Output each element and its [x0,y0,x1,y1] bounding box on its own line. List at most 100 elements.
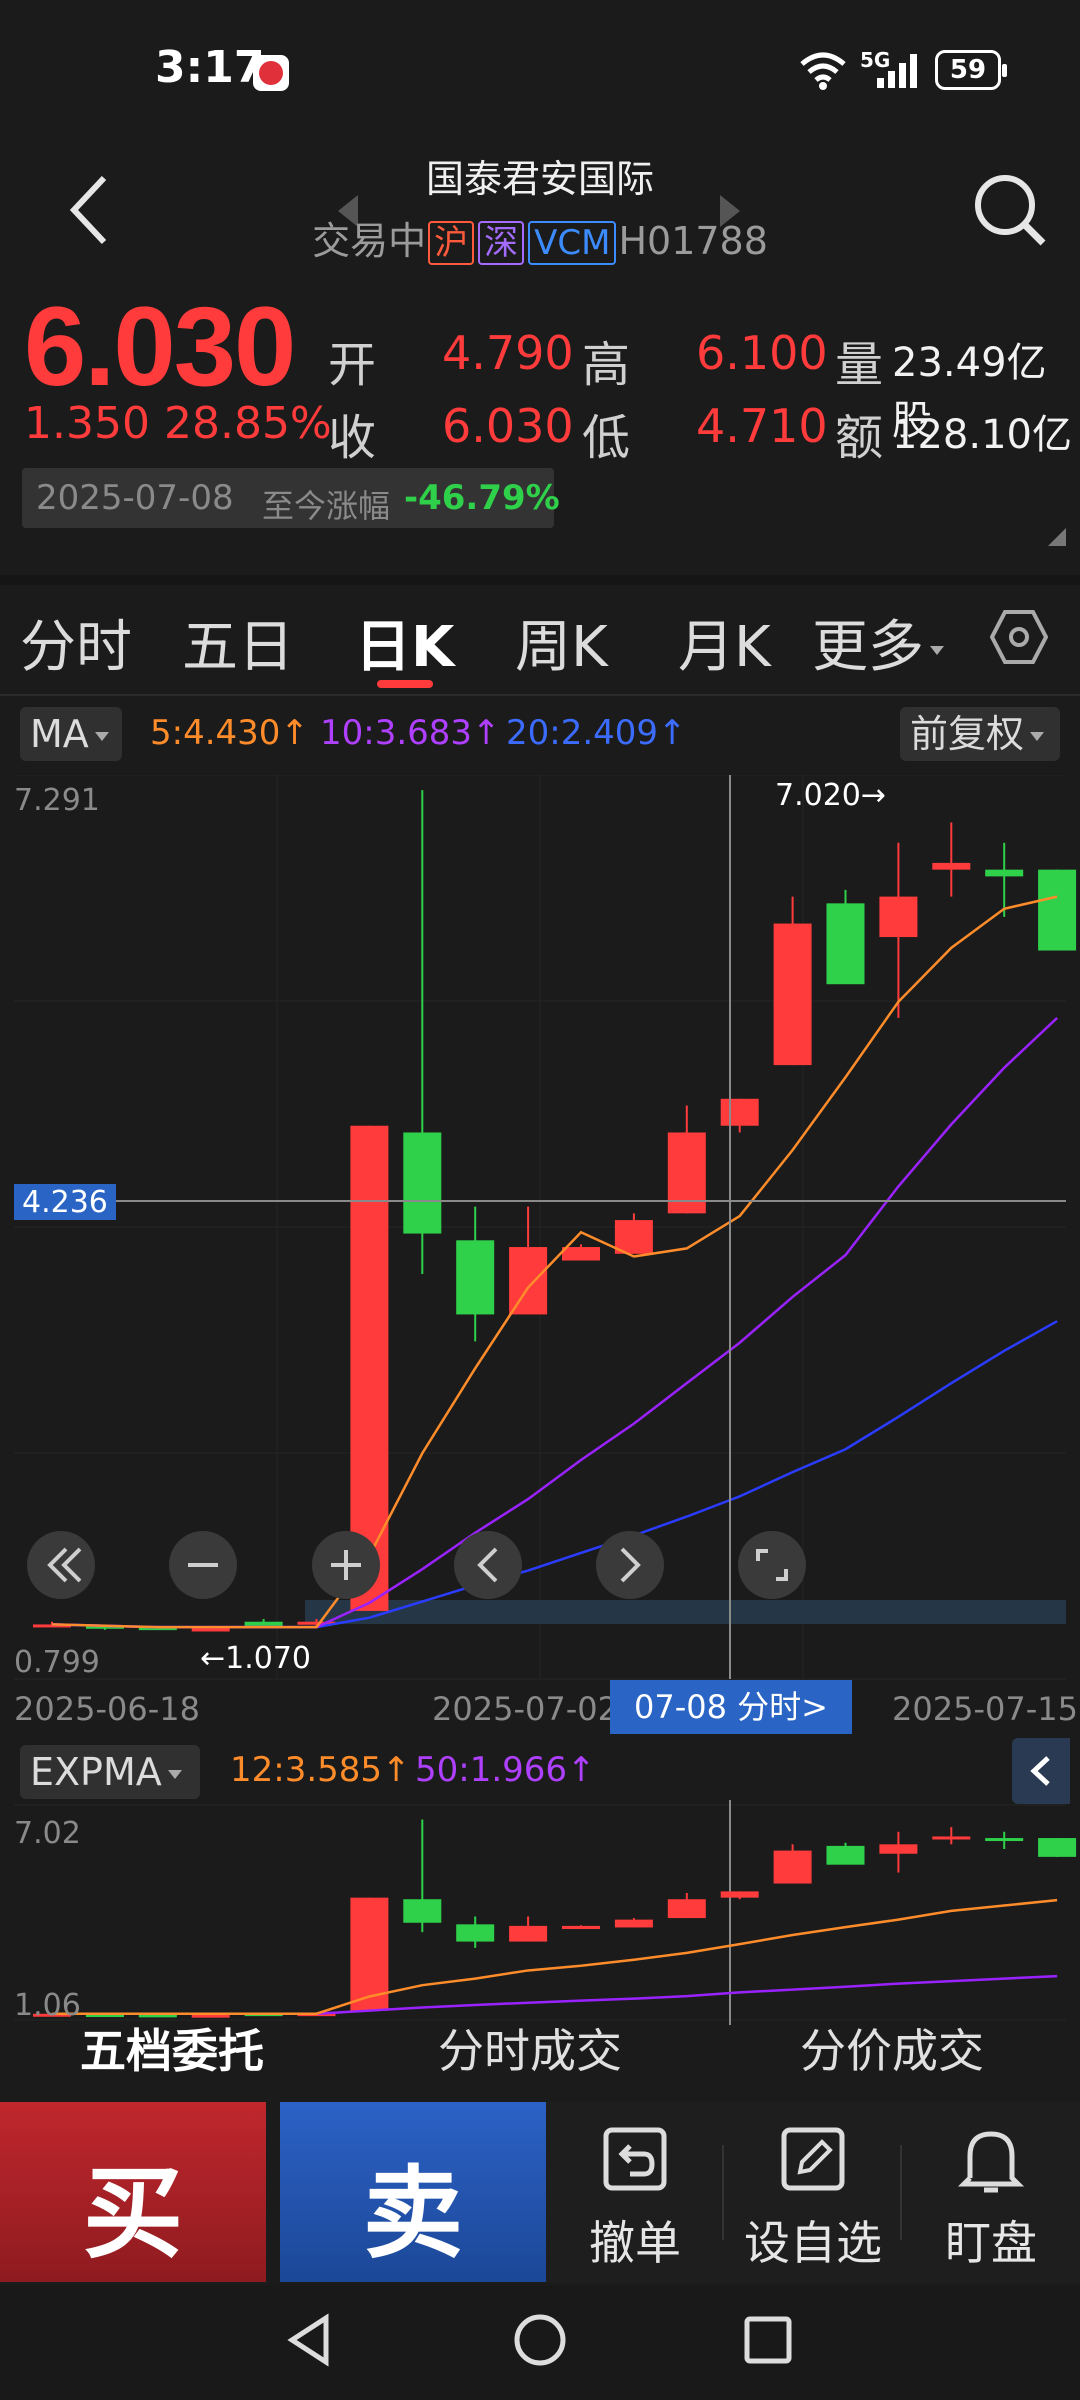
fullscreen-button[interactable] [738,1531,806,1599]
ma10-value: 10:3.683↑ [320,713,501,753]
expma-y-max: 7.02 [14,1816,81,1851]
chevron-down-icon [930,646,944,656]
date-label-mid: 2025-07-02 [432,1690,618,1728]
current-price: 6.030 [24,284,296,409]
max-price-label: 7.020→ [775,778,886,813]
tab-daily-k[interactable]: 日K [355,602,454,683]
tab-five-day[interactable]: 五日 [182,602,294,683]
stock-code: H01788 [618,219,768,263]
expma-y-min: 1.06 [14,1988,81,2023]
y-max-label: 7.291 [14,783,100,818]
kline-candle [667,1105,706,1214]
expma-candle [403,1819,442,1933]
change-percent: 28.85% [163,398,332,449]
ma-indicator-select[interactable]: MA [20,707,122,761]
edit-icon [781,2127,845,2191]
since-label: 至今涨幅 [262,487,391,525]
chevron-down-icon [1030,732,1045,741]
battery-indicator: 59 [935,50,1007,90]
expma-candle [826,1842,865,1865]
tab-tick-trades[interactable]: 分时成交 [438,2015,622,2081]
divider [0,694,1080,696]
stock-name: 国泰君安国际 [425,157,654,201]
add-watchlist-button[interactable]: 设自选 [724,2102,902,2282]
kline-chart[interactable]: 7.291 0.799 7.020→ ←1.070 4.236 [0,775,1080,1680]
high-label: 高 [582,337,631,393]
kline-candle [1038,869,1077,951]
cancel-order-label: 撤单 [589,2216,681,2270]
expma-indicator-select[interactable]: EXPMA [20,1745,200,1799]
expma-candle [509,1916,548,1942]
tab-more[interactable]: 更多 [812,602,944,683]
app-notification-icon [253,55,289,91]
low-label: 低 [582,410,631,466]
nav-home-icon[interactable] [510,2310,570,2370]
intraday-link-button[interactable]: 07-08 分时> [610,1680,852,1734]
ema50-value: 50:1.966↑ [415,1750,596,1790]
since-date: 2025-07-08 [36,478,234,518]
add-watchlist-label: 设自选 [744,2216,882,2270]
expma-candle [773,1844,812,1884]
tab-weekly-k[interactable]: 周K [515,602,608,683]
search-icon[interactable] [965,165,1055,255]
kline-candle [614,1213,653,1254]
kline-candle [826,889,865,985]
chevron-down-icon [167,1770,182,1779]
close-value: 6.030 [442,399,574,453]
expma-candle [667,1892,706,1919]
expand-corner-icon[interactable] [1048,528,1066,546]
clock: 3:17 [155,42,265,93]
ema12-value: 12:3.585↑ [230,1750,411,1790]
volume-label: 量 [835,337,884,393]
tab-order-book[interactable]: 五档委托 [80,2015,264,2081]
tab-more-label: 更多 [812,615,924,680]
tab-monthly-k[interactable]: 月K [678,602,771,683]
chevron-down-icon [94,732,109,741]
buy-button[interactable]: 买 [0,2102,266,2282]
ema50-line [52,1974,1058,2015]
kline-candle [509,1206,548,1315]
open-label: 开 [328,337,377,393]
expma-candle [614,1918,653,1928]
chart-controls [27,1531,806,1599]
kline-candle [720,1098,759,1133]
bell-icon [957,2131,1025,2193]
wifi-icon [800,52,846,90]
signal-icon [877,54,917,88]
settings-hexagon-icon[interactable] [990,608,1048,666]
active-tab-indicator [377,680,433,688]
tag-shen: 深 [478,221,525,265]
kline-candle [879,842,918,1018]
y-min-label: 0.799 [14,1645,100,1680]
zoom-in-button[interactable] [312,1531,380,1599]
tab-fenshi[interactable]: 分时 [20,602,132,683]
tab-price-trades[interactable]: 分价成交 [800,2015,984,2081]
date-label-start: 2025-06-18 [14,1690,200,1728]
cancel-order-button[interactable]: 撤单 [546,2102,724,2282]
fast-back-button[interactable] [27,1531,95,1599]
close-label: 收 [328,410,377,466]
stock-subtitle: 交易中沪深 VCM H01788 [0,210,1080,265]
nav-back-icon[interactable] [280,2310,340,2370]
ma-indicator-label: MA [30,712,89,756]
since-percent: -46.79% [404,478,560,518]
zoom-out-button[interactable] [169,1531,237,1599]
sell-button[interactable]: 卖 [280,2102,546,2282]
price-change: 1.350 28.85% [24,398,332,449]
adjust-select[interactable]: 前复权 [900,707,1060,761]
ma20-value: 20:2.409↑ [506,713,687,753]
move-left-button[interactable] [454,1531,522,1599]
expma-chart[interactable]: 7.02 1.06 [0,1800,1080,2025]
expma-candle [879,1831,918,1873]
move-right-button[interactable] [596,1531,664,1599]
expma-candle [720,1891,759,1900]
ma5-line [51,895,1058,1629]
crosshair-price: 4.236 [22,1185,108,1220]
buy-label: 买 [83,2155,183,2272]
tag-vcm: VCM [528,221,617,265]
open-value: 4.790 [442,326,574,380]
expma-indicator-label: EXPMA [30,1750,162,1794]
collapse-panel-button[interactable] [1012,1738,1070,1804]
monitor-button[interactable]: 盯盘 [902,2102,1080,2282]
nav-recents-icon[interactable] [740,2312,796,2368]
